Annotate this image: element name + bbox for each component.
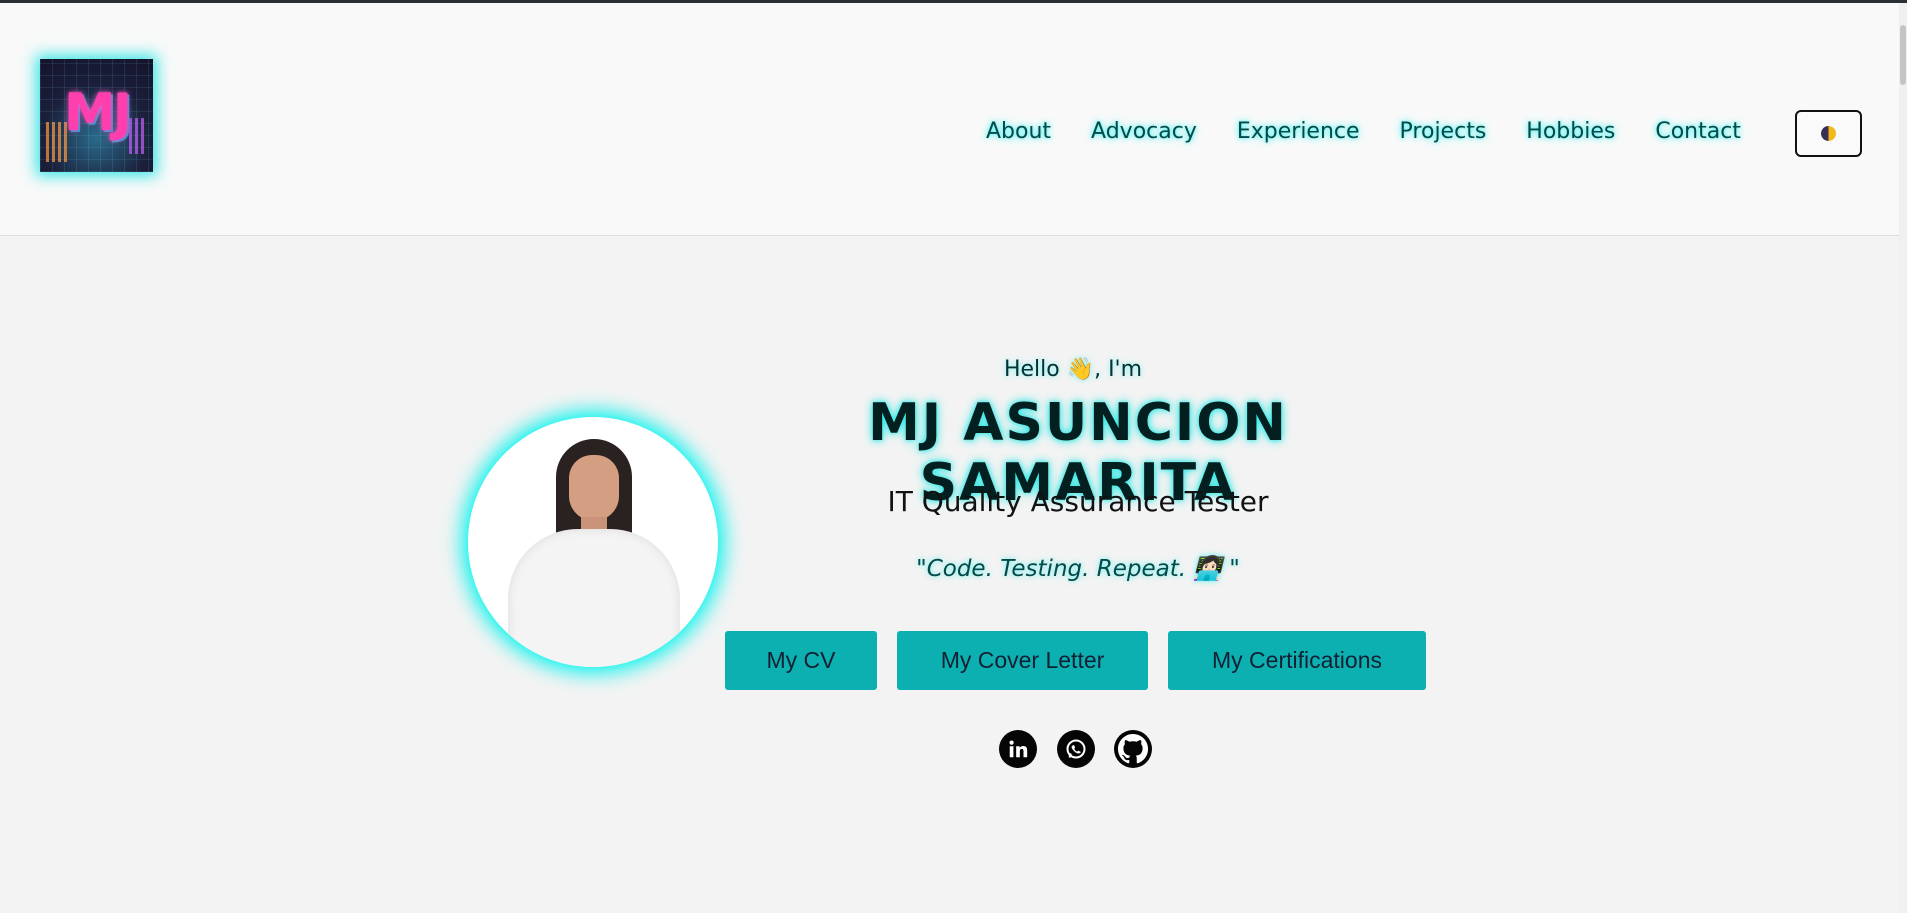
linkedin-link[interactable] [999, 730, 1037, 768]
nav-projects[interactable]: Projects [1400, 119, 1487, 149]
nav-experience[interactable]: Experience [1237, 119, 1360, 149]
nav-advocacy[interactable]: Advocacy [1091, 119, 1197, 149]
linkedin-icon [1009, 740, 1028, 758]
github-link[interactable] [1114, 730, 1152, 768]
hero-quote: "Code. Testing. Repeat. 👩🏻‍💻 " [916, 556, 1240, 582]
profile-photo [468, 417, 718, 667]
profile-shirt [508, 529, 680, 667]
cover-letter-button[interactable]: My Cover Letter [897, 631, 1148, 690]
site-header: MJ About Advocacy Experience Projects Ho… [0, 3, 1899, 236]
half-moon-icon [1821, 126, 1836, 141]
portfolio-page: MJ About Advocacy Experience Projects Ho… [0, 3, 1899, 913]
logo-monogram: MJ [63, 83, 132, 143]
hero-role: IT Quality Assurance Tester [887, 485, 1269, 518]
greeting-text: Hello 👋, I'm [1003, 357, 1143, 382]
github-icon [1117, 733, 1149, 764]
main-nav: About Advocacy Experience Projects Hobbi… [986, 119, 1781, 149]
nav-about[interactable]: About [986, 119, 1051, 149]
whatsapp-link[interactable] [1057, 730, 1095, 768]
page-scrollbar[interactable] [1899, 3, 1907, 913]
site-logo[interactable]: MJ [40, 59, 153, 172]
certifications-button[interactable]: My Certifications [1168, 631, 1426, 690]
nav-hobbies[interactable]: Hobbies [1526, 119, 1615, 149]
greeting-row: Hello 👋, I'm [0, 357, 1907, 382]
theme-toggle-button[interactable] [1795, 110, 1862, 157]
profile-face [569, 455, 619, 521]
cv-button[interactable]: My CV [725, 631, 877, 690]
whatsapp-icon [1066, 739, 1086, 759]
nav-contact[interactable]: Contact [1655, 119, 1741, 149]
hero-section: Hello 👋, I'm MJ ASUNCION SAMARITA IT Qua… [0, 237, 1899, 913]
scrollbar-thumb[interactable] [1900, 25, 1906, 85]
